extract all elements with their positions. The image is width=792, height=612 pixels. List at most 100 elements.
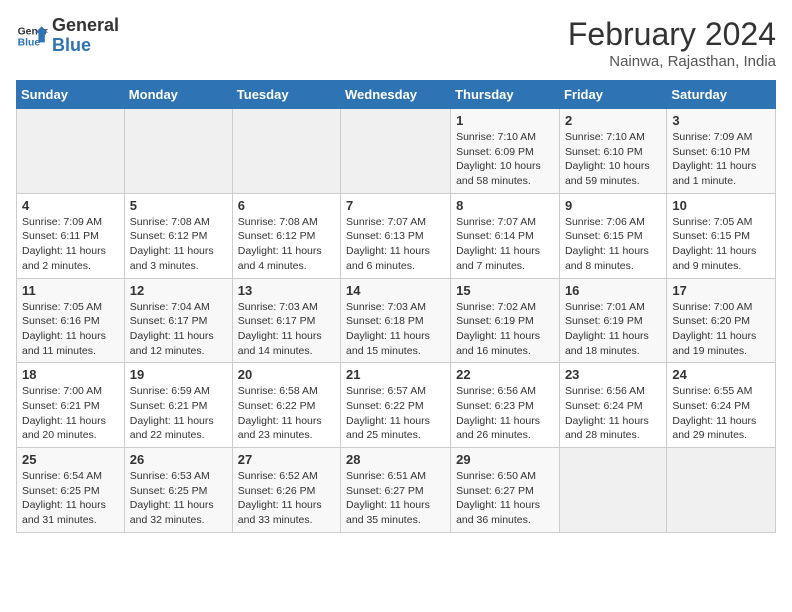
day-info: Sunrise: 6:57 AM Sunset: 6:22 PM Dayligh… [346,384,445,443]
day-info: Sunrise: 7:02 AM Sunset: 6:19 PM Dayligh… [456,300,554,359]
calendar-cell: 14 Sunrise: 7:03 AM Sunset: 6:18 PM Dayli… [341,278,451,363]
day-number: 11 [22,283,119,298]
calendar-cell [17,109,125,194]
day-info: Sunrise: 7:05 AM Sunset: 6:15 PM Dayligh… [672,215,770,274]
calendar-cell: 25 Sunrise: 6:54 AM Sunset: 6:25 PM Dayli… [17,448,125,533]
day-info: Sunrise: 6:56 AM Sunset: 6:23 PM Dayligh… [456,384,554,443]
logo-blue: Blue [52,35,91,55]
day-info: Sunrise: 6:50 AM Sunset: 6:27 PM Dayligh… [456,469,554,528]
day-number: 27 [238,452,335,467]
calendar-cell: 10 Sunrise: 7:05 AM Sunset: 6:15 PM Dayli… [667,193,776,278]
weekday-header-sunday: Sunday [17,81,125,109]
day-number: 15 [456,283,554,298]
day-info: Sunrise: 7:01 AM Sunset: 6:19 PM Dayligh… [565,300,661,359]
day-number: 3 [672,113,770,128]
day-info: Sunrise: 7:03 AM Sunset: 6:18 PM Dayligh… [346,300,445,359]
day-info: Sunrise: 7:10 AM Sunset: 6:09 PM Dayligh… [456,130,554,189]
calendar-cell: 7 Sunrise: 7:07 AM Sunset: 6:13 PM Daylig… [341,193,451,278]
day-number: 25 [22,452,119,467]
logo: General Blue General Blue [16,16,119,56]
calendar-cell: 5 Sunrise: 7:08 AM Sunset: 6:12 PM Daylig… [124,193,232,278]
calendar-cell: 4 Sunrise: 7:09 AM Sunset: 6:11 PM Daylig… [17,193,125,278]
day-number: 26 [130,452,227,467]
day-number: 8 [456,198,554,213]
calendar-cell: 6 Sunrise: 7:08 AM Sunset: 6:12 PM Daylig… [232,193,340,278]
day-number: 12 [130,283,227,298]
day-number: 20 [238,367,335,382]
day-info: Sunrise: 7:05 AM Sunset: 6:16 PM Dayligh… [22,300,119,359]
day-number: 17 [672,283,770,298]
day-info: Sunrise: 6:54 AM Sunset: 6:25 PM Dayligh… [22,469,119,528]
logo-text: General Blue [52,16,119,56]
calendar-cell: 22Sunrise: 6:56 AM Sunset: 6:23 PM Dayli… [451,363,560,448]
day-info: Sunrise: 6:58 AM Sunset: 6:22 PM Dayligh… [238,384,335,443]
day-number: 1 [456,113,554,128]
weekday-header-saturday: Saturday [667,81,776,109]
day-number: 21 [346,367,445,382]
svg-text:Blue: Blue [18,37,41,48]
day-number: 5 [130,198,227,213]
day-info: Sunrise: 7:04 AM Sunset: 6:17 PM Dayligh… [130,300,227,359]
day-info: Sunrise: 7:07 AM Sunset: 6:13 PM Dayligh… [346,215,445,274]
day-number: 10 [672,198,770,213]
calendar-cell: 15 Sunrise: 7:02 AM Sunset: 6:19 PM Dayli… [451,278,560,363]
calendar-cell: 13Sunrise: 7:03 AM Sunset: 6:17 PM Dayli… [232,278,340,363]
calendar-cell [667,448,776,533]
day-info: Sunrise: 7:00 AM Sunset: 6:20 PM Dayligh… [672,300,770,359]
calendar-cell: 11 Sunrise: 7:05 AM Sunset: 6:16 PM Dayli… [17,278,125,363]
day-number: 9 [565,198,661,213]
day-info: Sunrise: 7:00 AM Sunset: 6:21 PM Dayligh… [22,384,119,443]
logo-general: General [52,15,119,35]
calendar-cell [559,448,666,533]
day-info: Sunrise: 6:55 AM Sunset: 6:24 PM Dayligh… [672,384,770,443]
weekday-header-tuesday: Tuesday [232,81,340,109]
calendar-cell: 1 Sunrise: 7:10 AM Sunset: 6:09 PM Daylig… [451,109,560,194]
day-info: Sunrise: 7:10 AM Sunset: 6:10 PM Dayligh… [565,130,661,189]
day-info: Sunrise: 7:09 AM Sunset: 6:11 PM Dayligh… [22,215,119,274]
day-number: 14 [346,283,445,298]
week-row-5: 25 Sunrise: 6:54 AM Sunset: 6:25 PM Dayli… [17,448,776,533]
day-number: 24 [672,367,770,382]
weekday-header-thursday: Thursday [451,81,560,109]
calendar-cell: 28 Sunrise: 6:51 AM Sunset: 6:27 PM Dayli… [341,448,451,533]
day-number: 18 [22,367,119,382]
calendar-cell: 17 Sunrise: 7:00 AM Sunset: 6:20 PM Dayli… [667,278,776,363]
day-info: Sunrise: 6:53 AM Sunset: 6:25 PM Dayligh… [130,469,227,528]
day-number: 6 [238,198,335,213]
week-row-3: 11 Sunrise: 7:05 AM Sunset: 6:16 PM Dayli… [17,278,776,363]
day-number: 23 [565,367,661,382]
calendar-cell: 26 Sunrise: 6:53 AM Sunset: 6:25 PM Dayli… [124,448,232,533]
day-number: 19 [130,367,227,382]
calendar-cell: 21 Sunrise: 6:57 AM Sunset: 6:22 PM Dayli… [341,363,451,448]
day-info: Sunrise: 6:51 AM Sunset: 6:27 PM Dayligh… [346,469,445,528]
calendar-cell: 3 Sunrise: 7:09 AM Sunset: 6:10 PM Daylig… [667,109,776,194]
day-info: Sunrise: 7:07 AM Sunset: 6:14 PM Dayligh… [456,215,554,274]
weekday-header-monday: Monday [124,81,232,109]
calendar-cell: 27 Sunrise: 6:52 AM Sunset: 6:26 PM Dayli… [232,448,340,533]
calendar-cell: 8 Sunrise: 7:07 AM Sunset: 6:14 PM Daylig… [451,193,560,278]
day-info: Sunrise: 7:08 AM Sunset: 6:12 PM Dayligh… [130,215,227,274]
day-number: 29 [456,452,554,467]
calendar-cell: 2Sunrise: 7:10 AM Sunset: 6:10 PM Daylig… [559,109,666,194]
calendar-cell: 29 Sunrise: 6:50 AM Sunset: 6:27 PM Dayli… [451,448,560,533]
calendar-cell: 20 Sunrise: 6:58 AM Sunset: 6:22 PM Dayli… [232,363,340,448]
week-row-1: 1 Sunrise: 7:10 AM Sunset: 6:09 PM Daylig… [17,109,776,194]
day-info: Sunrise: 6:52 AM Sunset: 6:26 PM Dayligh… [238,469,335,528]
day-info: Sunrise: 7:09 AM Sunset: 6:10 PM Dayligh… [672,130,770,189]
logo-icon: General Blue [16,20,48,52]
calendar-cell: 19Sunrise: 6:59 AM Sunset: 6:21 PM Dayli… [124,363,232,448]
calendar-cell: 16Sunrise: 7:01 AM Sunset: 6:19 PM Dayli… [559,278,666,363]
day-number: 7 [346,198,445,213]
day-info: Sunrise: 7:03 AM Sunset: 6:17 PM Dayligh… [238,300,335,359]
location-subtitle: Nainwa, Rajasthan, India [568,53,776,70]
calendar-cell: 18 Sunrise: 7:00 AM Sunset: 6:21 PM Dayli… [17,363,125,448]
calendar-cell [124,109,232,194]
calendar-cell: 23Sunrise: 6:56 AM Sunset: 6:24 PM Dayli… [559,363,666,448]
calendar-cell: 24 Sunrise: 6:55 AM Sunset: 6:24 PM Dayli… [667,363,776,448]
calendar-cell [232,109,340,194]
day-number: 4 [22,198,119,213]
day-number: 28 [346,452,445,467]
weekday-header-row: SundayMondayTuesdayWednesdayThursdayFrid… [17,81,776,109]
day-info: Sunrise: 7:06 AM Sunset: 6:15 PM Dayligh… [565,215,661,274]
day-info: Sunrise: 7:08 AM Sunset: 6:12 PM Dayligh… [238,215,335,274]
